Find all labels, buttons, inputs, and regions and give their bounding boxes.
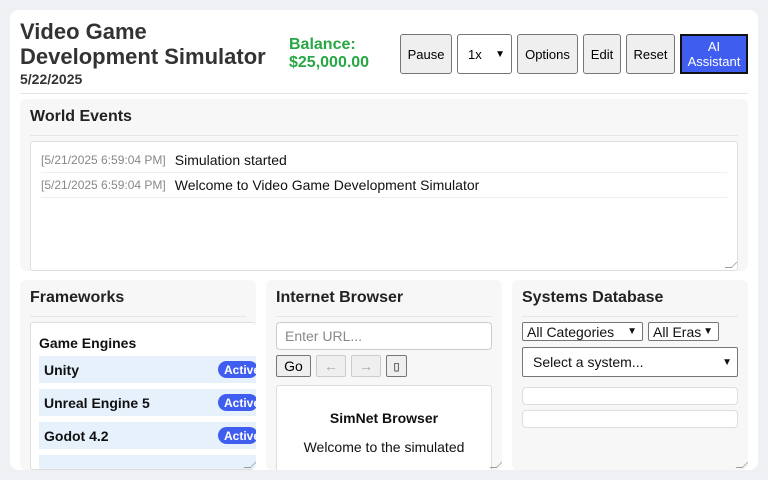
event-log[interactable]: [5/21/2025 6:59:04 PM] Simulation started…: [30, 141, 738, 271]
url-input[interactable]: Enter URL...: [276, 322, 492, 350]
ai-label-1: AI: [707, 39, 721, 54]
systems-panel: Systems Database All Categories ▼ All Era…: [512, 280, 748, 470]
framework-name: Unreal Engine 5: [44, 394, 150, 411]
system-detail-field: [522, 410, 738, 428]
status-badge: Active: [218, 427, 256, 444]
options-button[interactable]: Options: [517, 34, 578, 74]
framework-item[interactable]: Godot 4.2 Active: [39, 422, 256, 449]
title-line-1: Video Game: [20, 19, 147, 44]
frameworks-title: Frameworks: [30, 289, 246, 317]
browser-viewport[interactable]: SimNet Browser Welcome to the simulated: [276, 385, 492, 470]
event-message: Welcome to Video Game Development Simula…: [174, 177, 480, 193]
forward-button[interactable]: →: [351, 355, 381, 377]
framework-name: Unity: [44, 361, 79, 378]
status-badge: Active: [218, 361, 256, 378]
event-row: [5/21/2025 6:59:04 PM] Welcome to Video G…: [41, 173, 727, 198]
chevron-down-icon: ▼: [495, 48, 505, 60]
framework-item[interactable]: [39, 455, 256, 469]
ai-assistant-button[interactable]: AI Assistant: [680, 34, 748, 74]
world-events-panel: World Events [5/21/2025 6:59:04 PM] Simul…: [20, 99, 748, 271]
framework-name: Godot 4.2: [44, 427, 109, 444]
event-time: [5/21/2025 6:59:04 PM]: [41, 178, 166, 192]
resize-handle[interactable]: [724, 261, 737, 268]
system-detail-field: [522, 387, 738, 405]
era-select[interactable]: All Eras ▼: [648, 322, 719, 341]
balance-label: Balance:: [289, 36, 356, 53]
reset-button[interactable]: Reset: [626, 34, 675, 74]
balance-value: $25,000.00: [289, 54, 370, 71]
frameworks-list[interactable]: Game Engines Unity Active Unreal Engine 5…: [30, 322, 256, 470]
event-time: [5/21/2025 6:59:04 PM]: [41, 153, 166, 167]
browser-page-text: Welcome to the simulated: [303, 439, 465, 455]
system-select[interactable]: Select a system... ▼: [522, 347, 738, 377]
resize-handle[interactable]: [735, 461, 748, 468]
category-value: All Categories: [527, 323, 615, 340]
system-value: Select a system...: [533, 354, 644, 370]
status-badge: Active: [218, 394, 256, 411]
speed-value: 1x: [468, 46, 482, 62]
event-message: Simulation started: [174, 152, 287, 168]
pause-button[interactable]: Pause: [400, 34, 452, 74]
event-row: [5/21/2025 6:59:04 PM] Simulation started: [41, 148, 727, 173]
header-divider: [20, 93, 748, 94]
balance: Balance: $25,000.00: [289, 36, 369, 72]
browser-page-title: SimNet Browser: [329, 410, 439, 426]
app-window: Video Game Development Simulator 5/22/202…: [10, 10, 758, 470]
browser-panel: Internet Browser Enter URL... Go ← → ▯ S…: [266, 280, 502, 470]
app-title: Video Game Development Simulator: [20, 19, 266, 69]
chevron-down-icon: ▼: [627, 326, 637, 337]
game-date: 5/22/2025: [20, 71, 83, 87]
category-select[interactable]: All Categories ▼: [522, 322, 643, 341]
go-button[interactable]: Go: [276, 355, 311, 377]
systems-title: Systems Database: [522, 289, 738, 317]
chevron-down-icon: ▼: [703, 326, 713, 337]
frameworks-panel: Frameworks Game Engines Unity Active Unre…: [20, 280, 256, 470]
chevron-down-icon: ▼: [722, 356, 732, 368]
browser-title: Internet Browser: [276, 289, 492, 317]
framework-item[interactable]: Unreal Engine 5 Active: [39, 389, 256, 416]
edit-button[interactable]: Edit: [583, 34, 621, 74]
era-value: All Eras: [653, 323, 702, 340]
speed-select[interactable]: 1x ▼: [457, 34, 512, 74]
ai-label-2: Assistant: [687, 54, 741, 69]
category-heading: Game Engines: [39, 335, 137, 351]
bookmark-icon[interactable]: ▯: [386, 355, 407, 377]
world-events-title: World Events: [30, 108, 738, 136]
back-button[interactable]: ←: [316, 355, 346, 377]
framework-item[interactable]: Unity Active: [39, 356, 256, 383]
title-line-2: Development Simulator: [20, 44, 266, 69]
